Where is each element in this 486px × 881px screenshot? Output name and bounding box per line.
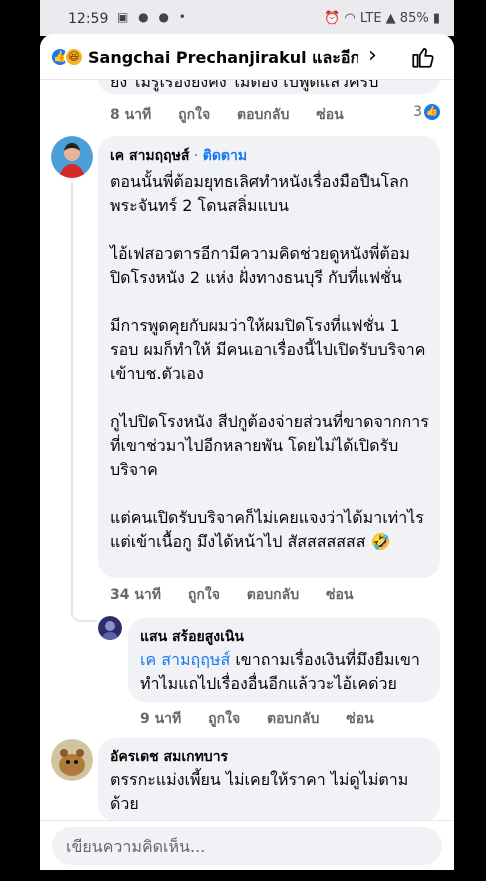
follow-button[interactable]: ติดตาม [203,148,247,164]
comment-time: 34 นาที [110,587,162,603]
thread-connector [71,604,97,622]
comment-bubble: อัครเดช สมเกทบาร ตรรกะแม่งเพี้ยน ไม่เคยใ… [98,738,440,822]
reply-button[interactable]: ตอบกลับ [247,587,299,603]
reactions-header[interactable]: 👍 😆 Sangchai Prechanjirakul และอีก 412..… [40,34,454,80]
avatar[interactable] [51,739,93,781]
avatar[interactable] [98,616,122,640]
status-bar: 12:59 ▣ ● ● • ⏰ ◠ LTE ▲ 85% ▮ [40,0,454,36]
comment-author[interactable]: เค สามฤฤษส์ [110,148,189,164]
thread-line [71,182,73,616]
avatar[interactable] [51,136,93,178]
separator: · [189,148,203,164]
comment-input[interactable] [52,827,442,865]
reply-button[interactable]: ตอบกลับ [267,711,319,727]
notification-icons: ▣ ● ● • [117,10,189,24]
system-indicators: ⏰ ◠ LTE ▲ 85% ▮ [324,11,440,26]
like-button[interactable]: ถูกใจ [188,587,220,603]
chevron-right-icon[interactable]: › [368,43,377,68]
comment-author[interactable]: แสน สร้อยสูงเนิน [140,626,244,648]
like-button[interactable]: ถูกใจ [208,711,240,727]
comment-time: 8 นาที [110,107,152,123]
mention-link[interactable]: เค สามฤฤษส์ [140,650,230,669]
like-icon: 👍 [424,104,440,120]
comment-composer [40,820,454,870]
comment-bubble: เค สามฤฤษส์ · ติดตาม ตอนนั้นพี่ต้อมยุทธเ… [98,136,440,578]
comment-actions: 8 นาที ถูกใจ ตอบกลับ ซ่อน [110,104,366,126]
like-thumb-icon[interactable] [410,44,436,70]
reply-button[interactable]: ตอบกลับ [237,107,289,123]
comment-text: เค สามฤฤษส์ เขาถามเรื่องเงินที่มึงยืมเขา… [140,650,420,693]
hide-button[interactable]: ซ่อน [346,711,373,727]
hide-button[interactable]: ซ่อน [326,587,353,603]
hide-button[interactable]: ซ่อน [316,107,343,123]
reaction-count: 3 👍 [413,104,440,120]
comment-author[interactable]: อัครเดช สมเกทบาร [110,746,228,768]
comment-actions: 34 นาที ถูกใจ ตอบกลับ ซ่อน [110,584,375,606]
comment-header: เค สามฤฤษส์ · ติดตาม [110,145,247,167]
comment-time: 9 นาที [140,711,182,727]
comment-text: ตรรกะแม่งเพี้ยน ไม่เคยให้ราคา ไม่ดูไม่ตา… [110,770,409,813]
comments-sheet: 👍 😆 Sangchai Prechanjirakul และอีก 412..… [40,34,454,870]
reaction-icons: 👍 😆 [50,47,86,67]
comment-actions: 9 นาที ถูกใจ ตอบกลับ ซ่อน [140,708,396,730]
comment-text: ตอนนั้นพี่ต้อมยุทธเลิศทำหนังเรื่องมือปืน… [110,172,429,551]
reactions-summary[interactable]: Sangchai Prechanjirakul และอีก 412... [88,46,358,71]
reply-bubble: แสน สร้อยสูงเนิน เค สามฤฤษส์ เขาถามเรื่อ… [128,618,440,702]
like-button[interactable]: ถูกใจ [178,107,210,123]
haha-icon: 😆 [64,47,84,67]
status-time: 12:59 [68,11,109,27]
